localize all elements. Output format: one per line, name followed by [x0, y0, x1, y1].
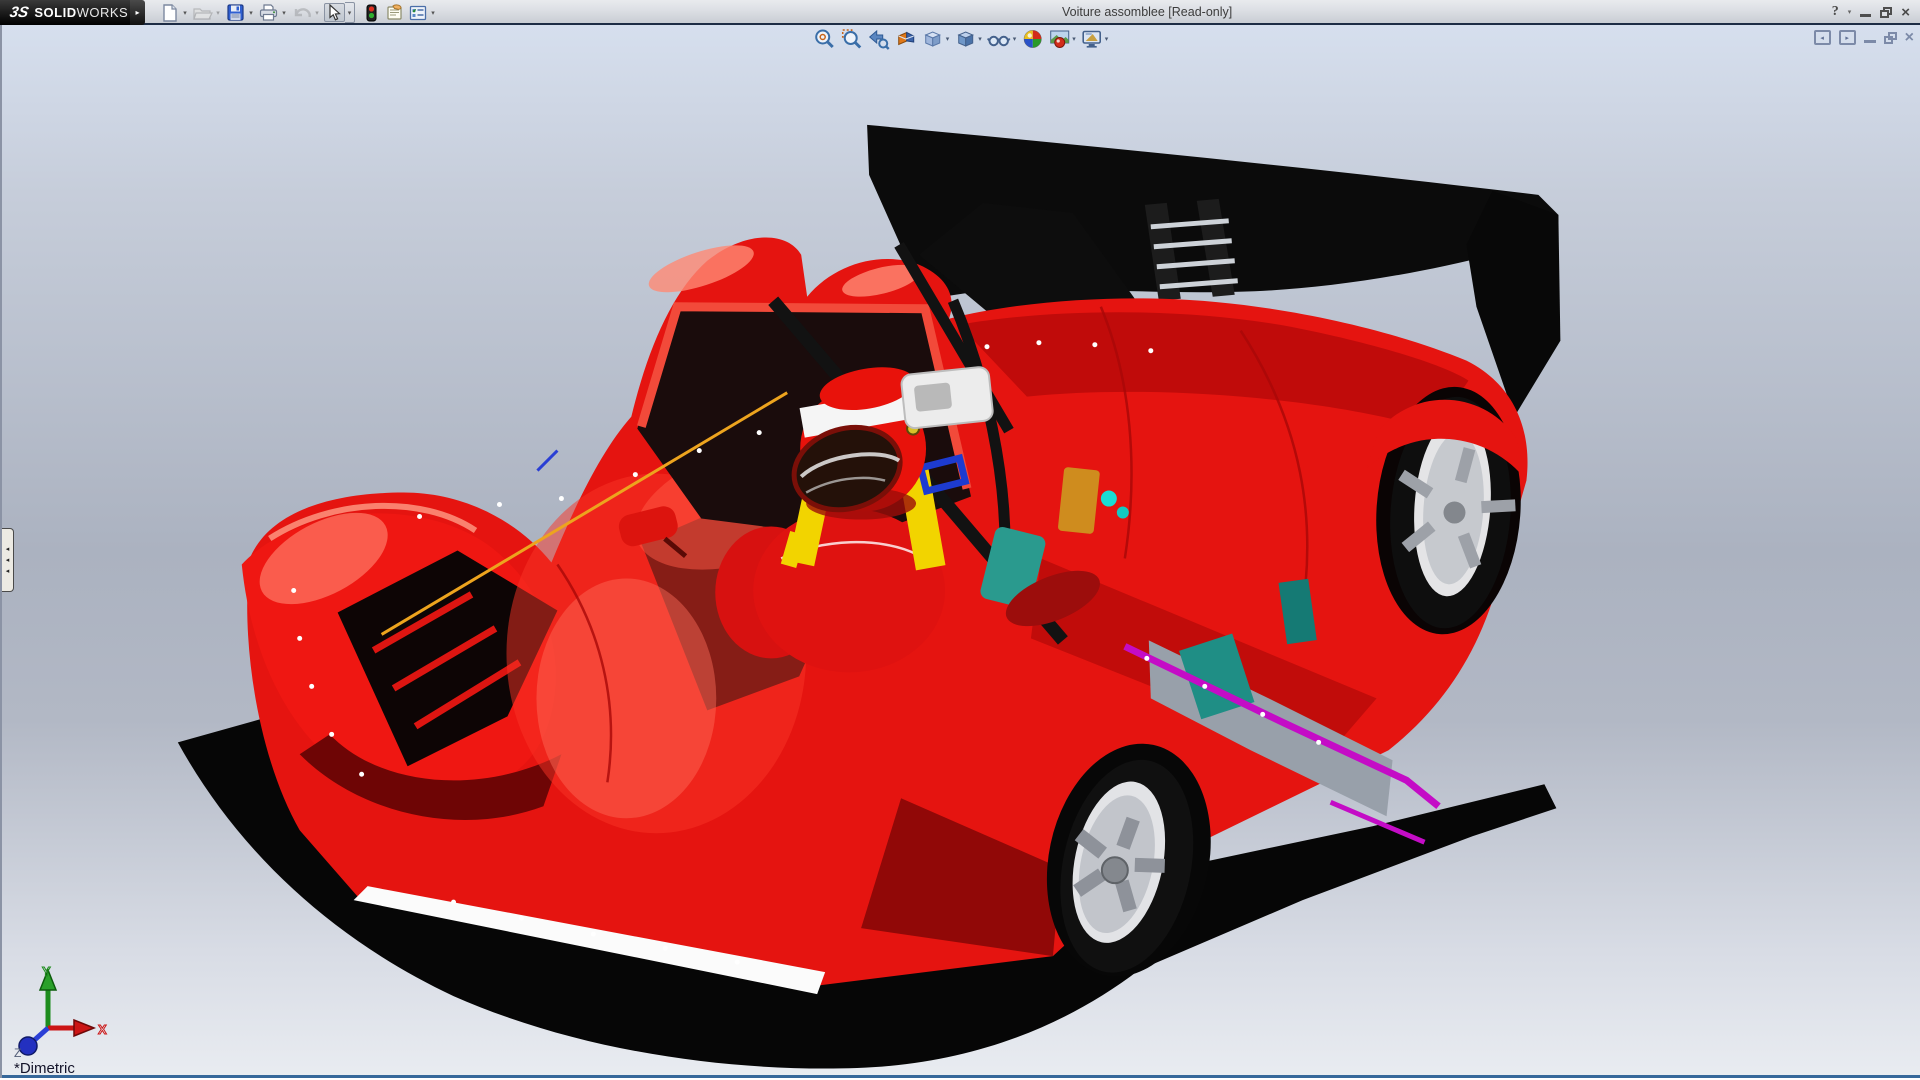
zoom-to-area-button[interactable] — [841, 28, 863, 50]
collapse-left-icon: ◂ — [1820, 34, 1824, 42]
solidworks-logo: 3S SOLIDWORKS — [0, 0, 130, 25]
print-icon — [258, 3, 279, 22]
doc-restore-button[interactable] — [1884, 32, 1897, 44]
save-floppy-icon — [225, 3, 246, 22]
new-dropdown[interactable]: ▾ — [180, 9, 190, 17]
options-dropdown[interactable]: ▾ — [428, 9, 438, 17]
open-dropdown[interactable]: ▾ — [213, 9, 223, 17]
save-button[interactable]: ▾ — [224, 2, 257, 24]
select-cursor-icon — [324, 3, 345, 22]
collapse-arrow-icon: ◂ — [6, 557, 10, 564]
display-style-dropdown[interactable]: ▾ — [978, 35, 982, 43]
collapse-arrow-icon: ◂ — [6, 568, 10, 575]
graphics-area[interactable]: ▾ ▾ ▾ ▾ ▾ ◂ ▸ × ◂ ◂ ◂ — [0, 25, 1920, 1078]
print-dropdown[interactable]: ▾ — [279, 9, 289, 17]
expand-right-pane-button[interactable]: ▸ — [1839, 30, 1856, 45]
display-style-button[interactable]: ▾ — [954, 28, 982, 50]
open-folder-icon — [192, 3, 213, 22]
options-button[interactable]: ▾ — [406, 2, 439, 24]
view-settings-dropdown[interactable]: ▾ — [1105, 35, 1109, 43]
brand-name-bold: SOLID — [34, 5, 76, 20]
rebuild-button[interactable] — [360, 2, 383, 24]
view-orientation-icon — [922, 28, 944, 50]
apply-scene-icon — [1048, 28, 1070, 50]
select-dropdown[interactable]: ▾ — [345, 2, 355, 23]
triad-x-label: X — [98, 1022, 107, 1037]
flyout-arrow-icon: ▸ — [135, 8, 139, 17]
window-controls: ? ▾ × — [1832, 2, 1910, 22]
rear-view-mirror — [901, 366, 994, 429]
feature-manager-collapsed-tab[interactable]: ◂ ◂ ◂ — [2, 528, 14, 592]
section-view-icon — [895, 28, 917, 50]
new-document-icon — [159, 3, 180, 22]
model-3d-view[interactable] — [2, 25, 1920, 1078]
previous-view-button[interactable] — [868, 28, 890, 50]
zoom-to-fit-icon — [814, 28, 836, 50]
appearance-sphere-icon — [1021, 28, 1043, 50]
edit-appearance-button[interactable] — [1021, 28, 1043, 50]
minimize-button[interactable] — [1860, 7, 1871, 17]
reference-triad: Y X Z — [10, 962, 114, 1058]
close-button[interactable]: × — [1901, 5, 1910, 20]
options-checklist-icon — [407, 3, 428, 22]
menu-flyout-tab[interactable]: ▸ — [130, 0, 145, 25]
doc-close-button[interactable]: × — [1905, 31, 1914, 45]
doc-minimize-button[interactable] — [1864, 33, 1876, 43]
collapse-arrow-icon: ◂ — [6, 546, 10, 553]
restore-button[interactable] — [1880, 7, 1892, 18]
zoom-to-fit-button[interactable] — [814, 28, 836, 50]
brand-name-light: WORKS — [77, 5, 129, 20]
apply-scene-dropdown[interactable]: ▾ — [1072, 35, 1076, 43]
heads-up-view-toolbar: ▾ ▾ ▾ ▾ ▾ — [814, 28, 1109, 50]
triad-y-label: Y — [42, 964, 51, 979]
document-window-controls: ◂ ▸ × — [1814, 30, 1914, 45]
triad-z-label: Z — [14, 1046, 21, 1058]
open-button[interactable]: ▾ — [191, 2, 224, 24]
new-button[interactable]: ▾ — [158, 2, 191, 24]
apply-scene-button[interactable]: ▾ — [1048, 28, 1076, 50]
zoom-to-area-icon — [841, 28, 863, 50]
undo-icon — [291, 3, 312, 22]
view-settings-icon — [1081, 28, 1103, 50]
file-properties-button[interactable] — [383, 2, 406, 24]
display-style-icon — [954, 28, 976, 50]
file-properties-icon — [384, 3, 405, 22]
undo-dropdown[interactable]: ▾ — [312, 9, 322, 17]
traffic-light-icon — [361, 3, 382, 22]
status-bar-edge — [2, 1075, 1920, 1078]
eyeglasses-icon — [987, 28, 1011, 50]
hide-show-items-dropdown[interactable]: ▾ — [1013, 35, 1017, 43]
view-settings-button[interactable]: ▾ — [1081, 28, 1109, 50]
select-button[interactable]: ▾ — [323, 2, 356, 24]
hide-show-items-button[interactable]: ▾ — [987, 28, 1017, 50]
expand-right-icon: ▸ — [1845, 34, 1849, 42]
previous-view-icon — [868, 28, 890, 50]
view-orientation-button[interactable]: ▾ — [922, 28, 950, 50]
undo-button[interactable]: ▾ — [290, 2, 323, 24]
print-button[interactable]: ▾ — [257, 2, 290, 24]
title-bar: 3S SOLIDWORKS ▸ ▾ ▾ ▾ ▾ — [0, 0, 1920, 25]
section-view-button[interactable] — [895, 28, 917, 50]
view-orientation-dropdown[interactable]: ▾ — [946, 35, 950, 43]
main-toolbar: ▾ ▾ ▾ ▾ ▾ ▾ — [158, 0, 439, 25]
help-dropdown[interactable]: ▾ — [1848, 8, 1852, 16]
help-button[interactable]: ? — [1832, 4, 1839, 20]
collapse-left-pane-button[interactable]: ◂ — [1814, 30, 1831, 45]
save-dropdown[interactable]: ▾ — [246, 9, 256, 17]
brand-glyph-icon: 3S — [8, 4, 30, 21]
document-title: Voiture assomblee [Read-only] — [1062, 5, 1232, 19]
